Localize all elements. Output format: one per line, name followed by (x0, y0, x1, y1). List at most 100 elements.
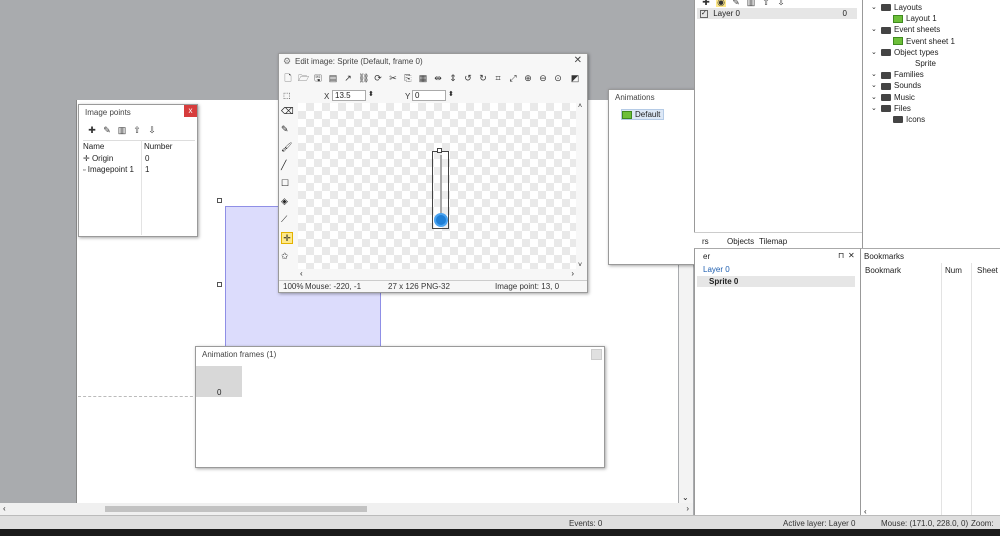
close-button[interactable]: x (184, 105, 197, 117)
move-up-icon[interactable]: ⇧ (132, 125, 142, 135)
rectangle-tool-icon[interactable]: ☐ (281, 178, 294, 189)
tree-item[interactable]: Event sheet 1 (893, 37, 955, 46)
imagepoint-marker[interactable] (434, 213, 448, 227)
column-header-number[interactable]: Number (144, 142, 172, 151)
tree-item[interactable]: ⌄ Sounds (871, 81, 921, 90)
tab-tilemap[interactable]: Tilemap (759, 237, 787, 246)
expander-icon[interactable]: ⌄ (871, 81, 877, 89)
paste-icon[interactable]: ▦ (418, 73, 428, 83)
export-icon[interactable]: ↗ (343, 73, 353, 83)
x-spinner[interactable]: ⬍ (368, 90, 374, 98)
tree-item[interactable]: ⌄ Families (871, 70, 924, 79)
x-field[interactable]: 13.5 (332, 90, 366, 101)
tree-item[interactable]: ⌄ Layouts (871, 3, 922, 12)
canvas-hscroll[interactable]: ‹ › (0, 503, 693, 515)
move-down-icon[interactable]: ⇩ (147, 125, 157, 135)
add-icon[interactable]: ✚ (87, 125, 97, 135)
panel-button[interactable] (591, 349, 602, 360)
edit-icon[interactable]: ✎ (102, 125, 112, 135)
close-icon[interactable]: ✕ (848, 251, 855, 260)
expander-icon[interactable]: ⌄ (871, 70, 877, 78)
expander-icon[interactable]: ⌄ (871, 3, 877, 11)
delete-icon[interactable]: ▥ (117, 125, 127, 135)
expander-icon[interactable]: ⌄ (871, 25, 877, 33)
scroll-down-icon[interactable]: ⌄ (682, 493, 689, 502)
column-header-bookmark[interactable]: Bookmark (865, 266, 901, 275)
layer-row[interactable]: ✓ Layer 0 0 (697, 8, 857, 19)
save-icon[interactable]: 🖫 (313, 73, 323, 83)
column-header-sheet[interactable]: Sheet (977, 266, 998, 275)
close-icon[interactable]: ✕ (574, 55, 582, 66)
zoom-in-icon[interactable]: ⊕ (523, 73, 533, 83)
tree-item[interactable]: Sprite (915, 59, 936, 68)
imagepoint-tool-icon[interactable]: ✛ (281, 232, 293, 244)
hscroll-thumb[interactable] (105, 506, 367, 512)
tree-item[interactable]: ⌄ Object types (871, 48, 938, 57)
select-tool-icon[interactable]: ⬚ (283, 91, 291, 100)
expander-icon[interactable]: ⌄ (871, 48, 877, 56)
layer-checkbox[interactable]: ✓ (700, 9, 708, 18)
canvas-hscroll[interactable]: ‹ › (298, 269, 576, 279)
tree-item[interactable]: Layout 1 (893, 14, 937, 23)
save-all-icon[interactable]: ▤ (328, 73, 338, 83)
tab-objects[interactable]: Objects (727, 237, 754, 246)
tab-layers[interactable]: rs (702, 237, 709, 246)
animation-item[interactable]: Default (621, 109, 665, 120)
tree-item[interactable]: Icons (893, 115, 925, 124)
refresh-icon[interactable]: ⟳ (373, 73, 383, 83)
move-down-icon[interactable]: ⇩ (776, 0, 786, 7)
splitter[interactable] (678, 0, 694, 100)
crop-icon[interactable]: ⌗ (493, 73, 503, 83)
pencil-tool-icon[interactable]: ✎ (281, 124, 294, 135)
polygon-tool-icon[interactable]: ✩ (281, 251, 294, 262)
open-icon[interactable]: 🗁 (298, 73, 309, 83)
status-bar: Events: 0 Active layer: Layer 0 Mouse: (… (0, 515, 1000, 529)
color-picker-icon[interactable]: ⟋ (281, 214, 294, 225)
delete-icon[interactable]: ▥ (746, 0, 756, 7)
edit-icon[interactable]: ✎ (731, 0, 741, 7)
list-item[interactable]: ▫ Imagepoint 1 1 (83, 165, 193, 174)
selection-handle[interactable] (217, 282, 222, 287)
scroll-right-icon[interactable]: › (686, 504, 689, 513)
selection-handle[interactable] (217, 198, 222, 203)
canvas-vscroll[interactable]: ˄ ˅ (576, 103, 586, 269)
y-spinner[interactable]: ⬍ (448, 90, 454, 98)
line-tool-icon[interactable]: ╱ (281, 160, 294, 171)
scroll-left-icon[interactable]: ‹ (3, 504, 6, 513)
gear-icon: ⚙ (283, 56, 292, 66)
rotate-ccw-icon[interactable]: ↺ (463, 73, 473, 83)
column-header-num[interactable]: Num (945, 266, 962, 275)
zoom-out-icon[interactable]: ⊖ (538, 73, 548, 83)
flip-horizontal-icon[interactable]: ⇹ (433, 73, 443, 83)
y-field[interactable]: 0 (412, 90, 446, 101)
visibility-icon[interactable]: ◉ (716, 0, 726, 7)
eraser-tool-icon[interactable]: ⌫ (281, 106, 294, 117)
expander-icon[interactable]: ⌄ (871, 93, 877, 101)
brush-tool-icon[interactable]: 🖌 (281, 142, 294, 153)
new-icon[interactable]: 🗋 (283, 73, 293, 83)
move-up-icon[interactable]: ⇧ (761, 0, 771, 7)
folder-icon (881, 105, 891, 113)
tree-item[interactable]: ⌄ Music (871, 93, 915, 102)
image-settings-icon[interactable]: ◩ (570, 73, 580, 83)
tree-item[interactable]: ⌄ Event sheets (871, 25, 940, 34)
origin-marker[interactable] (437, 148, 442, 153)
fill-tool-icon[interactable]: ◈ (281, 196, 294, 207)
pin-icon[interactable]: ⊓ (838, 251, 844, 260)
copy-icon[interactable]: ⎘ (403, 73, 413, 83)
frame-thumbnail[interactable]: 0 (196, 366, 242, 397)
zoom-reset-icon[interactable]: ⊙ (553, 73, 563, 83)
list-item[interactable]: Sprite 0 (697, 276, 855, 287)
resize-icon[interactable]: ⤢ (508, 73, 518, 83)
flip-vertical-icon[interactable]: ⇕ (448, 73, 458, 83)
image-canvas[interactable] (298, 103, 576, 269)
expander-icon[interactable]: ⌄ (871, 104, 877, 112)
rotate-cw-icon[interactable]: ↻ (478, 73, 488, 83)
cut-icon[interactable]: ✂ (388, 73, 398, 83)
tree-item[interactable]: ⌄ Files (871, 104, 911, 113)
column-header-name[interactable]: Name (83, 142, 104, 151)
link-icon[interactable]: ⛓ (358, 73, 369, 83)
list-item[interactable]: Layer 0 (703, 265, 730, 274)
list-item[interactable]: ✛ Origin 0 (83, 154, 193, 163)
add-layer-icon[interactable]: ✚ (701, 0, 711, 7)
